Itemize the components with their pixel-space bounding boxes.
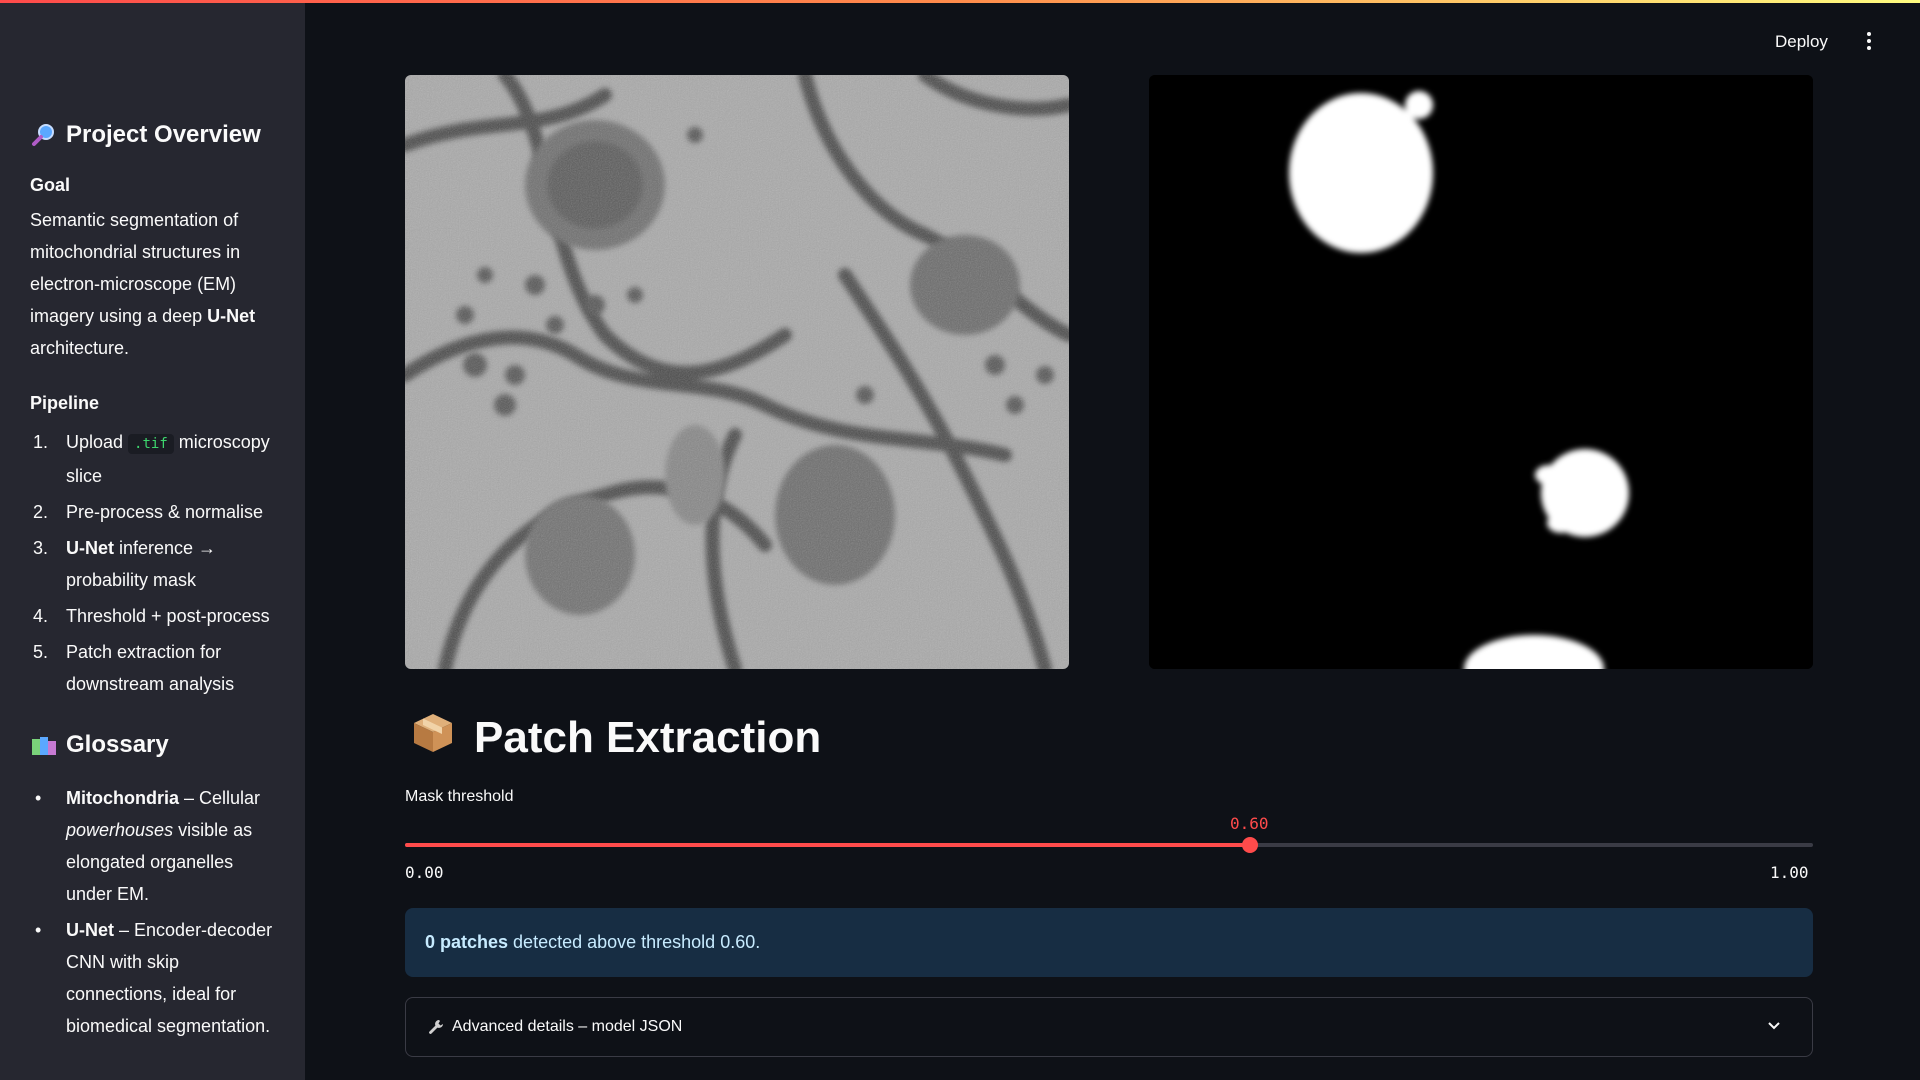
deploy-button[interactable]: Deploy: [1775, 32, 1828, 52]
section-heading: Patch Extraction: [410, 708, 821, 768]
goal-label: Goal: [30, 175, 71, 195]
slider-label: Mask threshold: [405, 788, 514, 805]
predicted-mask-image: [1149, 75, 1813, 669]
pipeline-label: Pipeline: [30, 393, 100, 413]
package-icon: [410, 710, 456, 767]
pipeline-list: 1. Upload .tif microscopy slice 2. Pre-pro…: [30, 426, 280, 700]
list-item: • Mitochondria – Cellular powerhouses vis…: [35, 788, 261, 904]
info-text: 0 patches detected above threshold 0.60.: [425, 932, 761, 952]
wrench-icon: [428, 1019, 444, 1035]
top-decoration-bar: [0, 0, 1920, 3]
slider-max: 1.00: [1770, 863, 1809, 882]
slider-value: 0.60: [1230, 814, 1269, 833]
expander-label: Advanced details – model JSON: [452, 1018, 683, 1035]
magnifier-icon: [30, 121, 58, 149]
overview-heading: Project Overview: [30, 118, 280, 152]
overview-title: Project Overview: [66, 121, 261, 148]
list-item: 3. U-Net inference → probability mask: [33, 538, 217, 590]
page-title: Patch Extraction: [474, 713, 822, 762]
info-alert: 0 patches detected above threshold 0.60.: [405, 908, 1813, 977]
glossary-list: • Mitochondria – Cellular powerhouses vis…: [30, 782, 280, 1042]
file-extension-code: .tif: [128, 434, 174, 454]
slider-min: 0.00: [405, 863, 444, 882]
goal-text: Semantic segmentation of mitochondrial s…: [30, 210, 256, 358]
kebab-menu-icon[interactable]: [1862, 30, 1876, 56]
slider-fill: [405, 843, 1250, 847]
chevron-down-icon[interactable]: [1766, 1018, 1782, 1034]
list-item: • U-Net – Encoder-decoder CNN with skip c…: [35, 920, 273, 1036]
list-item: 2. Pre-process & normalise: [33, 502, 264, 522]
list-item: 1. Upload .tif microscopy slice: [33, 432, 270, 486]
em-input-image: [405, 75, 1069, 669]
books-icon: [30, 731, 58, 759]
sidebar: Project Overview Goal Semantic segmentat…: [0, 0, 305, 1080]
list-item: 5. Patch extraction for downstream analys…: [33, 642, 235, 694]
advanced-details-expander[interactable]: Advanced details – model JSON: [405, 997, 1813, 1057]
list-item: 4. Threshold + post-process: [33, 606, 270, 626]
threshold-slider[interactable]: [405, 837, 1813, 853]
glossary-title: Glossary: [66, 731, 169, 758]
glossary-heading: Glossary: [30, 728, 280, 762]
slider-thumb[interactable]: [1242, 837, 1258, 853]
